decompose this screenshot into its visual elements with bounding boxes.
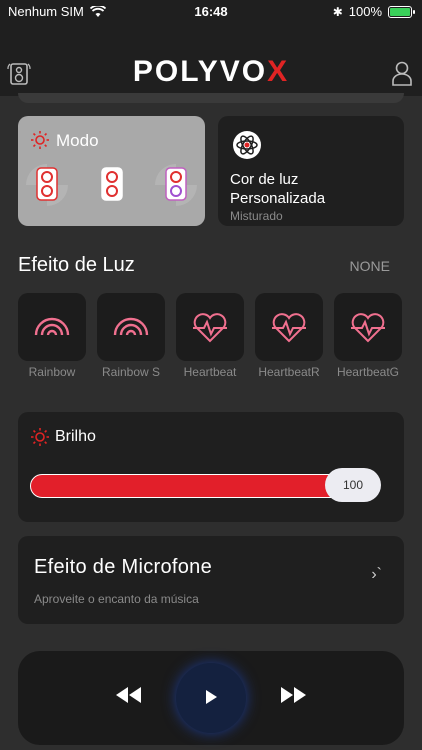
- rainbow-icon: [34, 317, 70, 336]
- logo-text: POLYVO: [132, 55, 268, 88]
- effect-rainbow-s[interactable]: [97, 293, 165, 361]
- custom-color-subtitle: Misturado: [230, 209, 283, 223]
- brightness-card: Brilho 100: [18, 412, 404, 522]
- effect-heartbeat-g[interactable]: [334, 293, 402, 361]
- logo-x: X: [267, 55, 290, 88]
- mode-card[interactable]: Modo: [18, 116, 205, 226]
- custom-color-title-line2: Personalizada: [230, 190, 326, 207]
- speaker-mode-icon: [155, 164, 197, 206]
- heartbeat-icon: [193, 313, 227, 343]
- heartbeat-icon: [351, 313, 385, 343]
- effect-rainbow[interactable]: [18, 293, 86, 361]
- mode-title: Modo: [56, 131, 99, 150]
- heartbeat-icon: [272, 313, 306, 343]
- sun-icon: [31, 428, 49, 446]
- rainbow-icon: [113, 317, 149, 336]
- speaker-mode-icon: [26, 164, 68, 206]
- previous-track-icon[interactable]: [114, 685, 142, 705]
- brand-logo: POLYVOX: [0, 55, 422, 89]
- custom-color-title: Cor de luz Personalizada: [230, 170, 325, 208]
- player-bar: [18, 651, 404, 745]
- effect-heartbeat[interactable]: [176, 293, 244, 361]
- previous-card-edge: [18, 93, 404, 103]
- mic-effect-title: Efeito de Microfone: [34, 556, 213, 578]
- battery-icon: [388, 5, 415, 18]
- user-icon[interactable]: [390, 60, 414, 86]
- microphone-effect-card[interactable]: Efeito de Microfone Aproveite o encanto …: [18, 536, 404, 624]
- status-bar: Nenhum SIM 16:48 ✱ 100%: [0, 0, 422, 24]
- play-button[interactable]: [176, 663, 246, 733]
- effect-label: Rainbow: [28, 365, 76, 379]
- effect-label: Heartbeat: [183, 365, 237, 379]
- bluetooth-icon: ✱: [332, 4, 343, 19]
- custom-color-card[interactable]: Cor de luz Personalizada Misturado: [218, 116, 404, 226]
- play-icon: [206, 690, 217, 704]
- effect-label: HeartbeatG: [336, 365, 400, 379]
- top-bar: Nenhum SIM 16:48 ✱ 100% POLYVOX: [0, 0, 422, 96]
- speaker-mode-icon: [101, 167, 123, 201]
- light-effect-selected[interactable]: NONE: [350, 258, 390, 274]
- next-track-icon[interactable]: [280, 685, 308, 705]
- custom-color-title-line1: Cor de luz: [230, 171, 299, 188]
- light-effect-title: Efeito de Luz: [18, 254, 135, 276]
- brightness-title: Brilho: [55, 428, 96, 445]
- sun-icon: [31, 131, 49, 149]
- effect-label: Rainbow S: [101, 365, 161, 379]
- atom-icon: [233, 131, 261, 159]
- chevron-right-icon: ›`: [371, 566, 382, 583]
- mic-effect-subtitle: Aproveite o encanto da música: [34, 592, 199, 606]
- battery-percent: 100%: [348, 4, 382, 19]
- brightness-slider-knob[interactable]: 100: [325, 468, 381, 502]
- effect-heartbeat-r[interactable]: [255, 293, 323, 361]
- status-right: ✱ 100%: [332, 4, 415, 19]
- effect-label: HeartbeatR: [258, 365, 320, 379]
